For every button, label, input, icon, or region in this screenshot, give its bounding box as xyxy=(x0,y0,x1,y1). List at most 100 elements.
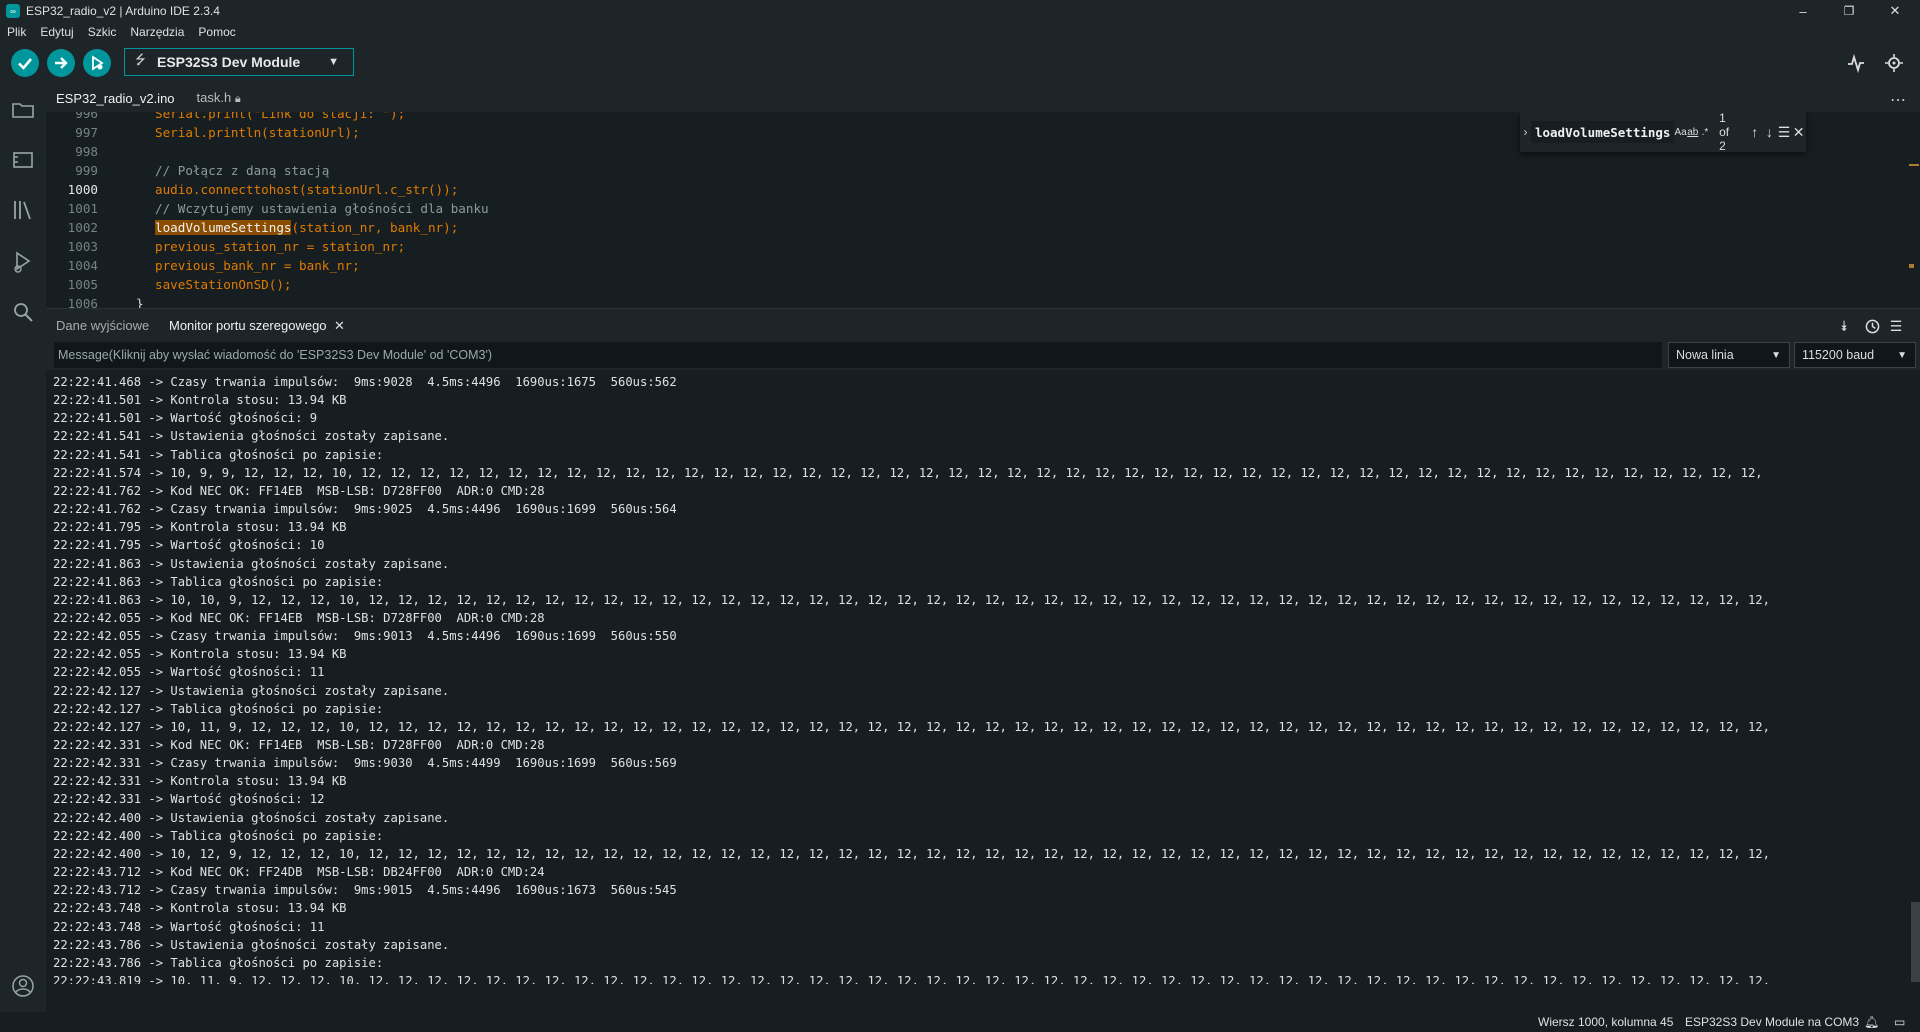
serial-line: 22:22:41.795 -> Kontrola stosu: 13.94 KB xyxy=(53,520,347,535)
menu-tools[interactable]: Narzędzia xyxy=(123,25,191,39)
line-ending-select[interactable]: Nowa linia ▼ xyxy=(1668,342,1790,368)
serial-line: 22:22:41.541 -> Tablica głośności po zap… xyxy=(53,447,384,462)
serial-line: 22:22:43.748 -> Kontrola stosu: 13.94 KB xyxy=(53,901,347,916)
serial-line: 22:22:42.331 -> Kontrola stosu: 13.94 KB xyxy=(53,774,347,789)
cursor-position[interactable]: Wiersz 1000, kolumna 45 xyxy=(1538,1015,1673,1029)
verify-button[interactable] xyxy=(11,49,39,77)
serial-line: 22:22:41.468 -> Czasy trwania impulsów: … xyxy=(53,375,677,389)
menu-edit[interactable]: Edytuj xyxy=(33,25,80,39)
vertical-scrollbar[interactable] xyxy=(1911,902,1920,982)
search-match-highlight: loadVolumeSettings xyxy=(155,220,292,235)
message-input[interactable]: Message(Kliknij aby wysłać wiadomość do … xyxy=(54,342,1662,368)
find-in-selection-icon[interactable]: ☰ xyxy=(1777,124,1792,141)
serial-input-row: Message(Kliknij aby wysłać wiadomość do … xyxy=(46,340,1920,370)
code-text: Serial.print("Link do stacji: "); xyxy=(155,112,406,121)
restore-button[interactable]: ❐ xyxy=(1826,0,1872,22)
serial-line: 22:22:43.712 -> Kod NEC OK: FF24DB MSB-L… xyxy=(53,865,545,880)
library-manager-icon[interactable] xyxy=(11,198,35,222)
board-port-status[interactable]: ESP32S3 Dev Module na COM3 xyxy=(1685,1015,1859,1029)
toggle-replace-icon[interactable]: › xyxy=(1520,125,1531,139)
debug-button[interactable] xyxy=(83,49,111,77)
clear-output-icon[interactable]: ☰ xyxy=(1886,316,1906,336)
code-text: previous_station_nr = station_nr; xyxy=(155,239,406,254)
serial-line: 22:22:41.762 -> Kod NEC OK: FF14EB MSB-L… xyxy=(53,483,545,498)
plotter-icon xyxy=(1848,53,1864,73)
match-word-toggle[interactable]: ab xyxy=(1687,127,1699,138)
tab-output[interactable]: Dane wyjściowe xyxy=(56,318,149,333)
menu-sketch[interactable]: Szkic xyxy=(81,25,124,39)
code-editor[interactable]: 996 Serial.print("Link do stacji: "); 997… xyxy=(46,112,1920,308)
toggle-panel-icon[interactable]: ▭ xyxy=(1894,1015,1905,1029)
serial-line: 22:22:41.762 -> Czasy trwania impulsów: … xyxy=(53,502,677,517)
serial-line: 22:22:41.574 -> 10, 9, 9, 12, 12, 12, 10… xyxy=(53,465,1763,480)
line-number: 997 xyxy=(75,125,98,140)
debug-icon xyxy=(92,55,104,71)
line-number: 1003 xyxy=(67,239,98,254)
regex-toggle[interactable]: .* xyxy=(1699,127,1711,138)
baud-rate-value: 115200 baud xyxy=(1802,348,1875,362)
minimize-button[interactable]: – xyxy=(1780,0,1826,22)
arrow-right-icon xyxy=(55,57,68,69)
chevron-down-icon: ▼ xyxy=(1897,349,1907,361)
line-number: 998 xyxy=(75,144,98,159)
debug-run-icon[interactable] xyxy=(11,250,35,274)
account-icon[interactable] xyxy=(11,974,35,998)
upload-button[interactable] xyxy=(47,49,75,77)
serial-line: 22:22:43.748 -> Wartość głośności: 11 xyxy=(53,919,325,934)
tab-esp32-radio-ino[interactable]: ESP32_radio_v2.ino xyxy=(46,91,187,112)
serial-output[interactable]: 22:22:41.468 -> Czasy trwania impulsów: … xyxy=(46,370,1920,984)
code-line: 1003 previous_station_nr = station_nr; xyxy=(46,237,1920,256)
serial-line: 22:22:42.055 -> Kod NEC OK: FF14EB MSB-L… xyxy=(53,610,545,625)
close-window-button[interactable]: ✕ xyxy=(1872,0,1918,22)
match-case-toggle[interactable]: Aa xyxy=(1674,127,1686,138)
ruler-mark xyxy=(1909,164,1919,166)
overview-ruler xyxy=(1906,112,1920,308)
next-match-icon[interactable]: ↓ xyxy=(1762,124,1777,140)
search-icon[interactable] xyxy=(11,300,35,324)
serial-line: 22:22:42.055 -> Czasy trwania impulsów: … xyxy=(53,629,677,644)
serial-line: 22:22:43.819 -> 10, 11, 9, 12, 12, 12, 1… xyxy=(53,973,1770,984)
notifications-bell-icon[interactable]: 🔔︎ xyxy=(1864,1015,1879,1029)
line-ending-value: Nowa linia xyxy=(1676,348,1734,362)
serial-plotter-button[interactable] xyxy=(1845,52,1867,74)
baud-rate-select[interactable]: 115200 baud ▼ xyxy=(1794,342,1916,368)
tab-task-h[interactable]: task.h 🔒︎ xyxy=(187,90,253,112)
toggle-timestamp-icon[interactable] xyxy=(1862,316,1882,336)
menu-help[interactable]: Pomoc xyxy=(191,25,242,39)
checkmark-icon xyxy=(18,58,32,70)
find-input[interactable]: loadVolumeSettings xyxy=(1530,121,1675,143)
tab-label: task.h xyxy=(196,90,232,105)
code-text: loadVolumeSettings(station_nr, bank_nr); xyxy=(155,220,459,235)
status-bar: Wiersz 1000, kolumna 45 ESP32S3 Dev Modu… xyxy=(0,1012,1920,1032)
sketchbook-folder-icon[interactable] xyxy=(11,98,35,122)
line-number: 1001 xyxy=(67,201,98,216)
previous-match-icon[interactable]: ↑ xyxy=(1747,124,1762,140)
code-text: saveStationOnSD(); xyxy=(155,277,292,292)
code-line: 999 // Połącz z daną stacją xyxy=(46,161,1920,180)
code-line: 1006} xyxy=(46,294,1920,308)
tab-serial-monitor[interactable]: Monitor portu szeregowego xyxy=(169,318,327,333)
menu-bar: Plik Edytuj Szkic Narzędzia Pomoc xyxy=(0,22,1920,42)
title-bar: ∞ ESP32_radio_v2 | Arduino IDE 2.3.4 – ❐… xyxy=(0,0,1920,22)
serial-line: 22:22:41.863 -> 10, 10, 9, 12, 12, 12, 1… xyxy=(53,592,1770,607)
serial-line: 22:22:42.127 -> Tablica głośności po zap… xyxy=(53,701,384,716)
serial-line: 22:22:42.400 -> Ustawienia głośności zos… xyxy=(53,810,450,825)
close-find-icon[interactable]: ✕ xyxy=(1791,124,1806,141)
code-text: audio.connecttohost(stationUrl.c_str()); xyxy=(155,182,459,197)
board-selector[interactable]: ⭍ ESP32S3 Dev Module ▼ xyxy=(124,48,354,76)
toggle-autoscroll-icon[interactable]: ⯯ xyxy=(1834,316,1854,336)
line-number: 999 xyxy=(75,163,98,178)
find-match-count: 1 of 2 xyxy=(1719,112,1730,153)
serial-line: 22:22:41.863 -> Tablica głośności po zap… xyxy=(53,574,384,589)
line-number: 996 xyxy=(75,112,98,121)
close-tab-icon[interactable]: ✕ xyxy=(334,318,345,334)
boards-manager-icon[interactable] xyxy=(11,148,35,172)
serial-line: 22:22:42.400 -> Tablica głośności po zap… xyxy=(53,828,384,843)
chevron-down-icon: ▼ xyxy=(1771,349,1781,361)
serial-line: 22:22:42.127 -> 10, 11, 9, 12, 12, 12, 1… xyxy=(53,719,1770,734)
serial-line: 22:22:42.055 -> Kontrola stosu: 13.94 KB xyxy=(53,647,347,662)
serial-monitor-button[interactable] xyxy=(1883,52,1905,74)
more-options-icon[interactable]: ⋯ xyxy=(1890,90,1906,110)
menu-file[interactable]: Plik xyxy=(0,25,33,39)
serial-line: 22:22:41.501 -> Wartość głośności: 9 xyxy=(53,411,318,426)
